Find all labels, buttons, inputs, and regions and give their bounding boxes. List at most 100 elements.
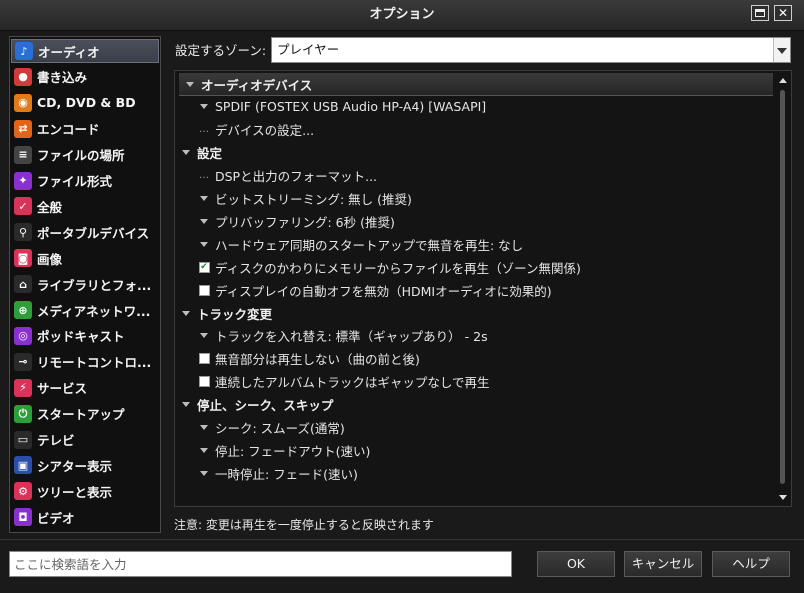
sidebar-item-label: ビデオ [37,510,75,526]
checkbox-icon: ✓ [14,197,32,216]
sidebar-item[interactable]: ▣ シアター表示 [11,453,159,477]
sidebar-item-label: 書き込み [37,70,88,86]
plug-icon: ⚡ [14,378,32,397]
settings-item[interactable]: シーク: スムーズ(通常) [175,417,773,439]
settings-item[interactable]: ハードウェア同期のスタートアップで無音を再生: なし [175,233,773,255]
setting-label: トラックを入れ替え: 標準（ギャップあり） - 2s [215,329,488,345]
sidebar-item[interactable]: ⚡ サービス [11,376,159,400]
setting-label: DSPと出力のフォーマット... [215,169,378,185]
settings-section-header[interactable]: トラック変更 [175,302,773,324]
sidebar-item[interactable]: ⚲ ポータブルデバイス [11,220,159,244]
checkbox-wrapper [197,284,211,296]
settings-section-header[interactable]: 停止、シーク、スキップ [175,394,773,416]
cancel-button[interactable]: キャンセル [624,551,702,577]
zone-select[interactable]: プレイヤー [271,37,791,63]
chevron-glyph [200,470,208,476]
chevron-down-icon[interactable] [197,445,211,456]
sidebar-item-label: リモートコントロ... [37,355,152,371]
sidebar-item[interactable]: ⊕ メディアネットワ... [11,298,159,322]
setting-label: ハードウェア同期のスタートアップで無音を再生: なし [215,237,524,253]
sidebar-item[interactable]: ⌂ ライブラリとフォ... [11,272,159,296]
collapse-arrow-icon[interactable] [182,310,190,316]
scroll-up-icon[interactable] [779,78,787,83]
sidebar-item-label: ポータブルデバイス [37,225,150,241]
chevron-down-icon[interactable] [197,239,211,250]
settings-item[interactable]: SPDIF (FOSTEX USB Audio HP-A4) [WASAPI] [175,96,773,118]
sidebar-item[interactable]: ◙ 画像 [11,246,159,270]
chevron-down-icon[interactable] [197,101,211,112]
chevron-down-icon[interactable] [197,193,211,204]
checkbox-wrapper [197,376,211,388]
maximize-button[interactable] [751,5,769,21]
checkbox-unchecked[interactable] [198,353,210,365]
sidebar-item[interactable]: ⇄ エンコード [11,117,159,141]
file-location-icon: ≡ [14,145,32,164]
settings-item[interactable]: トラックを入れ替え: 標準（ギャップあり） - 2s [175,325,773,347]
sidebar-item[interactable]: ⚙ ツリーと表示 [11,479,159,503]
settings-item[interactable]: ✔ ディスクのかわりにメモリーからファイルを再生（ゾーン無関係) [175,256,773,278]
settings-item[interactable]: 一時停止: フェード(速い) [175,462,773,484]
settings-section-header[interactable]: オーディオデバイス [179,73,773,96]
chevron-down-icon[interactable] [197,330,211,341]
scroll-thumb[interactable] [780,90,785,484]
options-category-list[interactable]: ♪ オーディオ ● 書き込み ◉ CD, DVD & BD ⇄ エンコード ≡ ファイルの場所 ✦ フ… [9,36,161,533]
setting-label: 無音部分は再生しない（曲の前と後) [215,352,420,368]
settings-item[interactable]: 無音部分は再生しない（曲の前と後) [175,348,773,370]
checkbox-unchecked[interactable] [198,284,210,296]
disc-icon: ◉ [14,93,32,112]
settings-item[interactable]: プリバッファリング: 6秒 (推奨) [175,210,773,232]
settings-item[interactable]: ビットストリーミング: 無し (推奨) [175,188,773,210]
sidebar-item[interactable]: ✦ ファイル形式 [11,169,159,193]
sidebar-item[interactable]: ◘ ビデオ [11,505,159,529]
checkbox-unchecked[interactable] [198,376,210,388]
gear-icon: ⚙ [14,482,32,501]
sidebar-item[interactable]: ● 書き込み [11,65,159,89]
restart-note: 注意: 変更は再生を一度停止すると反映されます [174,518,434,532]
collapse-arrow-icon[interactable] [182,402,190,408]
settings-item[interactable]: ディスプレイの自動オフを無効（HDMIオーディオに効果的) [175,279,773,301]
search-input[interactable] [9,551,512,577]
settings-item[interactable]: … デバイスの設定... [175,119,773,141]
settings-item[interactable]: … DSPと出力のフォーマット... [175,165,773,187]
settings-tree[interactable]: 一時停止: フェード(速い) 停止: フェードアウト(速い) シーク: スムーズ(通… [174,70,792,507]
sidebar-item[interactable]: ◉ CD, DVD & BD [11,91,159,115]
sidebar-item[interactable]: ⊸ リモートコントロ... [11,350,159,374]
sidebar-item[interactable]: ✓ 全般 [11,194,159,218]
setting-label: ディスクのかわりにメモリーからファイルを再生（ゾーン無関係) [215,260,581,276]
sidebar-item[interactable]: ⏻ スタートアップ [11,402,159,426]
vertical-scrollbar[interactable] [777,74,789,504]
sidebar-item[interactable]: ◎ ポッドキャスト [11,324,159,348]
chevron-glyph [200,333,208,339]
scroll-down-icon[interactable] [779,495,787,500]
power-icon: ⏻ [14,404,32,423]
chevron-glyph [200,425,208,430]
sidebar-item[interactable]: ♪ オーディオ [11,39,159,63]
setting-label: SPDIF (FOSTEX USB Audio HP-A4) [WASAPI] [215,99,487,115]
sidebar-item-label: エンコード [37,122,100,138]
title-bar: オプション ✕ [0,0,804,31]
chevron-down-icon[interactable] [773,38,790,62]
collapse-arrow-icon[interactable] [182,150,190,156]
usb-icon: ⚲ [14,223,32,242]
sidebar-item[interactable]: ≡ ファイルの場所 [11,143,159,167]
section-title: 停止、シーク、スキップ [197,398,334,414]
chevron-down-icon[interactable] [197,468,211,479]
sidebar-item-label: ポッドキャスト [37,329,125,345]
setting-label: ビットストリーミング: 無し (推奨) [215,192,412,207]
settings-item[interactable]: 連続したアルバムトラックはギャップなしで再生 [175,371,773,393]
sidebar-item[interactable]: ▭ テレビ [11,428,159,452]
settings-item[interactable]: 停止: フェードアウト(速い) [175,439,773,461]
checkbox-checked[interactable]: ✔ [198,261,210,273]
collapse-arrow-icon[interactable] [186,81,194,87]
settings-section-header[interactable]: 設定 [175,142,773,164]
chevron-down-icon[interactable] [197,216,211,227]
chevron-down-icon[interactable] [197,422,211,433]
sidebar-item-label: ライブラリとフォ... [37,277,152,293]
setting-label: 停止: フェードアウト(速い) [215,443,371,459]
help-button[interactable]: ヘルプ [712,551,790,577]
sidebar-item-label: 全般 [37,199,63,215]
close-button[interactable]: ✕ [774,5,792,21]
ok-button[interactable]: OK [537,551,615,577]
footer-divider [0,539,804,540]
sidebar-item-label: メディアネットワ... [37,303,151,319]
